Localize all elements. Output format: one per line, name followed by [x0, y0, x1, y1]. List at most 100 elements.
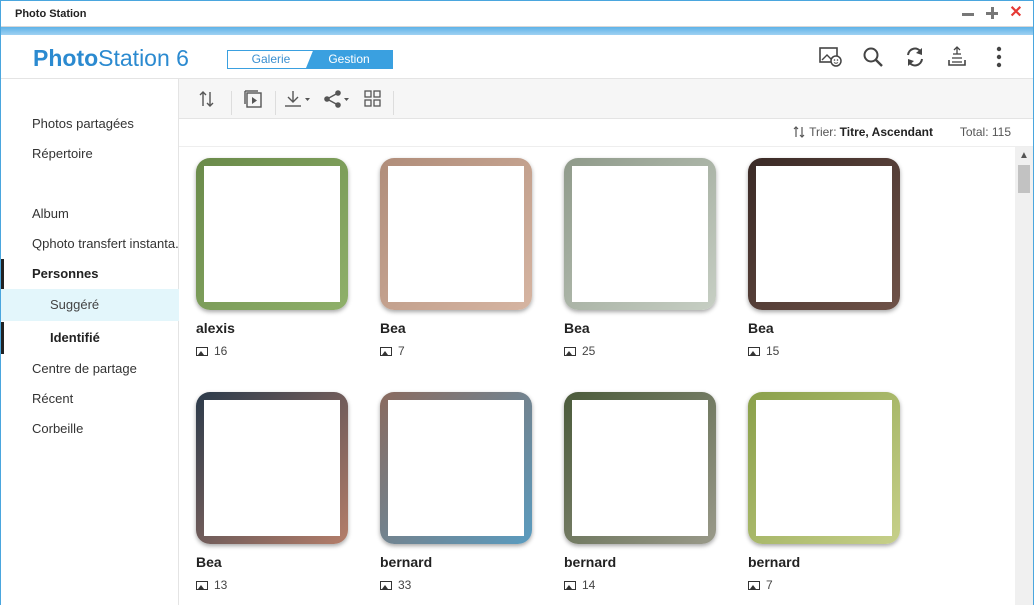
search-icon[interactable]	[859, 43, 887, 71]
mode-gestion-button[interactable]: Gestion	[306, 51, 392, 68]
mode-galerie-button[interactable]: Galerie	[228, 51, 314, 68]
sidebar-item-recent[interactable]: Récent	[1, 384, 179, 414]
person-name[interactable]: Bea	[748, 320, 774, 336]
sidebar-item-photos-partagees[interactable]: Photos partagées	[1, 109, 179, 139]
total-count: Total: 115	[959, 125, 1011, 139]
photo-count-value: 7	[398, 344, 405, 358]
person-thumbnail[interactable]	[196, 158, 348, 310]
person-name[interactable]: bernard	[748, 554, 800, 570]
person-card[interactable]: bernard 33	[380, 392, 532, 592]
app-window: Photo Station ✕ PhotoStation 6 Galerie G…	[0, 0, 1034, 605]
photo-count-value: 14	[582, 578, 596, 592]
image-icon	[196, 580, 208, 590]
toolbar	[179, 79, 1033, 119]
person-name[interactable]: bernard	[564, 554, 616, 570]
window-title: Photo Station	[15, 8, 87, 20]
share-icon[interactable]	[323, 87, 351, 111]
vertical-scrollbar[interactable]: ▲	[1015, 147, 1033, 605]
person-thumbnail[interactable]	[564, 392, 716, 544]
person-card[interactable]: Bea 13	[196, 392, 348, 592]
photo-count: 15	[748, 344, 779, 358]
people-grid: alexis 16 Bea 7 Bea 25 Bea 15 Bea 13 bernard 33 bern…	[179, 147, 1015, 605]
person-name[interactable]: bernard	[380, 554, 432, 570]
image-icon	[564, 580, 576, 590]
sidebar-item-identifie[interactable]: Identifié	[1, 322, 179, 354]
header-icons	[817, 43, 1013, 71]
image-icon	[380, 346, 392, 356]
mode-switch: Galerie Gestion	[227, 50, 393, 69]
photo-count-value: 16	[214, 344, 228, 358]
sort-value: Titre, Ascendant	[839, 125, 933, 139]
person-thumbnail[interactable]	[748, 392, 900, 544]
download-icon[interactable]	[283, 87, 311, 111]
sort-selector[interactable]: Trier: Titre, Ascendant	[792, 125, 933, 139]
photo-count: 16	[196, 344, 227, 358]
image-icon	[748, 580, 760, 590]
face-recognition-icon[interactable]	[817, 43, 845, 71]
person-name[interactable]: Bea	[380, 320, 406, 336]
sidebar-item-centre-de-partage[interactable]: Centre de partage	[1, 354, 179, 384]
photo-count: 25	[564, 344, 595, 358]
sidebar-item-suggere[interactable]: Suggéré	[1, 289, 179, 321]
sort-prefix: Trier:	[809, 125, 837, 139]
person-thumbnail[interactable]	[380, 392, 532, 544]
sidebar-item-personnes[interactable]: Personnes	[1, 259, 179, 289]
sidebar-item-repertoire[interactable]: Répertoire	[1, 139, 179, 169]
photo-count-value: 33	[398, 578, 412, 592]
app-logo: PhotoStation 6	[33, 45, 189, 72]
sort-icon[interactable]	[197, 87, 217, 111]
logo-bold: Photo	[33, 45, 99, 71]
close-icon[interactable]: ✕	[1009, 5, 1023, 21]
face-placeholder	[572, 166, 708, 302]
toolbar-separator	[275, 91, 276, 115]
photo-count: 13	[196, 578, 227, 592]
person-card[interactable]: bernard 14	[564, 392, 716, 592]
face-placeholder	[388, 400, 524, 536]
person-name[interactable]: alexis	[196, 320, 235, 336]
title-bar: Photo Station ✕	[1, 1, 1033, 27]
face-placeholder	[388, 166, 524, 302]
photo-count: 14	[564, 578, 595, 592]
person-card[interactable]: alexis 16	[196, 158, 348, 358]
photo-count: 7	[748, 578, 773, 592]
sort-small-icon	[793, 126, 805, 138]
slideshow-icon[interactable]	[243, 87, 263, 111]
toolbar-separator	[231, 91, 232, 115]
person-thumbnail[interactable]	[380, 158, 532, 310]
image-icon	[380, 580, 392, 590]
refresh-icon[interactable]	[901, 43, 929, 71]
window-controls: ✕	[961, 5, 1023, 21]
person-card[interactable]: Bea 7	[380, 158, 532, 358]
sidebar-item-album[interactable]: Album	[1, 199, 179, 229]
face-placeholder	[756, 166, 892, 302]
image-icon	[564, 346, 576, 356]
minimize-icon[interactable]	[961, 5, 975, 21]
photo-count: 33	[380, 578, 411, 592]
person-thumbnail[interactable]	[196, 392, 348, 544]
sidebar: Photos partagées Répertoire Album Qphoto…	[1, 79, 179, 605]
face-placeholder	[572, 400, 708, 536]
maximize-icon[interactable]	[985, 5, 999, 21]
accent-bar	[1, 27, 1033, 35]
photo-count-value: 25	[582, 344, 596, 358]
person-thumbnail[interactable]	[564, 158, 716, 310]
upload-icon[interactable]	[943, 43, 971, 71]
image-icon	[748, 346, 760, 356]
grid-view-icon[interactable]	[363, 87, 383, 111]
sort-bar: Trier: Titre, Ascendant Total: 115	[179, 119, 1033, 147]
person-name[interactable]: Bea	[196, 554, 222, 570]
app-header: PhotoStation 6 Galerie Gestion	[1, 35, 1033, 79]
person-card[interactable]: bernard 7	[748, 392, 900, 592]
photo-count: 7	[380, 344, 405, 358]
photo-count-value: 7	[766, 578, 773, 592]
person-thumbnail[interactable]	[748, 158, 900, 310]
logo-rest: Station 6	[98, 45, 189, 71]
more-vertical-icon[interactable]	[985, 43, 1013, 71]
scroll-thumb[interactable]	[1018, 165, 1030, 193]
scroll-up-icon[interactable]: ▲	[1015, 147, 1033, 165]
sidebar-item-qphoto[interactable]: Qphoto transfert instanta...	[1, 229, 179, 259]
person-card[interactable]: Bea 25	[564, 158, 716, 358]
person-name[interactable]: Bea	[564, 320, 590, 336]
sidebar-item-corbeille[interactable]: Corbeille	[1, 414, 179, 444]
person-card[interactable]: Bea 15	[748, 158, 900, 358]
